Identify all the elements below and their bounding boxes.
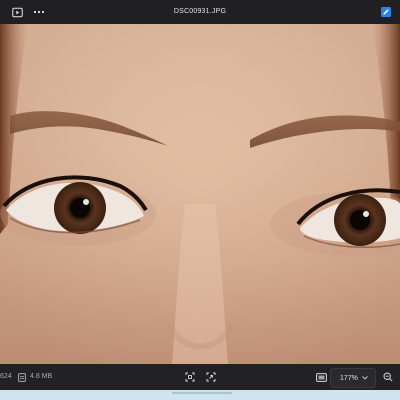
zoom-out-icon[interactable] [380, 369, 396, 385]
file-size: 4.8 MB [30, 373, 53, 380]
chevron-down-icon [360, 373, 370, 383]
window-title: DSC00931.JPG [173, 8, 227, 15]
fit-screen-icon[interactable] [182, 369, 198, 385]
fill-window-icon[interactable] [313, 369, 329, 385]
title-bar: DSC00931.JPG [0, 0, 400, 24]
photo-canvas[interactable] [0, 24, 400, 364]
actual-size-icon[interactable] [203, 369, 219, 385]
filmstrip-handle[interactable] [172, 392, 232, 394]
image-dimensions: 624 [0, 373, 12, 380]
zoom-level-dropdown[interactable]: 177% [330, 368, 376, 388]
bottom-toolbar: 624 4.8 MB 177% [0, 364, 400, 390]
face-photo [0, 24, 400, 364]
photo-viewer-window: DSC00931.JPG 624 4.8 MB 177% [0, 0, 400, 400]
filmstrip-bar[interactable] [0, 390, 400, 400]
file-size-icon [14, 369, 30, 385]
zoom-level: 177% [340, 374, 358, 382]
edit-icon[interactable] [377, 3, 395, 21]
